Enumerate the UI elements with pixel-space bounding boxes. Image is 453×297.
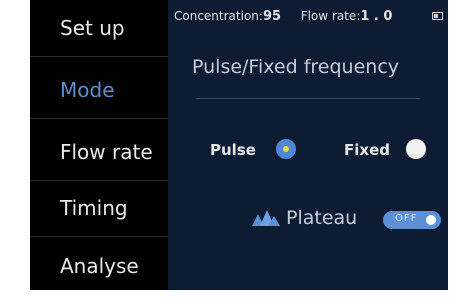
status-bar: Concentration:95 Flow rate:1 . 0 [174, 9, 392, 27]
sidebar-item-label: Mode [60, 78, 115, 102]
divider [196, 98, 420, 99]
pulse-radio[interactable] [276, 139, 296, 159]
fixed-option-label: Fixed [344, 141, 390, 159]
concentration-label: Concentration: [174, 9, 263, 23]
sidebar-item-label: Set up [60, 16, 125, 40]
toggle-state-text: OFF [395, 213, 418, 224]
toggle-knob [426, 215, 436, 225]
sidebar-item-label: Flow rate [60, 140, 153, 164]
sidebar-item-analyse[interactable]: Analyse [30, 238, 168, 290]
device-screen: Set up Mode Flow rate Timing Analyse Con… [30, 0, 448, 290]
sidebar-menu: Set up Mode Flow rate Timing Analyse [30, 0, 168, 290]
concentration-value: 95 [262, 9, 282, 24]
pulse-option-label: Pulse [210, 141, 256, 159]
sidebar-item-label: Analyse [60, 254, 139, 278]
fixed-radio[interactable] [406, 139, 426, 159]
sidebar-item-label: Timing [60, 196, 128, 220]
mode-panel: Concentration:95 Flow rate:1 . 0 Pulse/F… [168, 0, 448, 290]
battery-icon [432, 12, 443, 20]
flow-rate-value: 1 . 0 [360, 9, 393, 24]
page-title: Pulse/Fixed frequency [192, 56, 400, 78]
sidebar-item-timing[interactable]: Timing [30, 180, 168, 237]
sidebar-item-set-up[interactable]: Set up [30, 0, 168, 57]
flow-rate-label: Flow rate: [300, 9, 361, 23]
sidebar-item-mode[interactable]: Mode [30, 62, 168, 119]
sidebar-item-flow-rate[interactable]: Flow rate [30, 124, 168, 181]
plateau-label: Plateau [286, 207, 358, 229]
plateau-toggle[interactable]: OFF [383, 211, 441, 229]
mountain-icon [252, 210, 280, 226]
